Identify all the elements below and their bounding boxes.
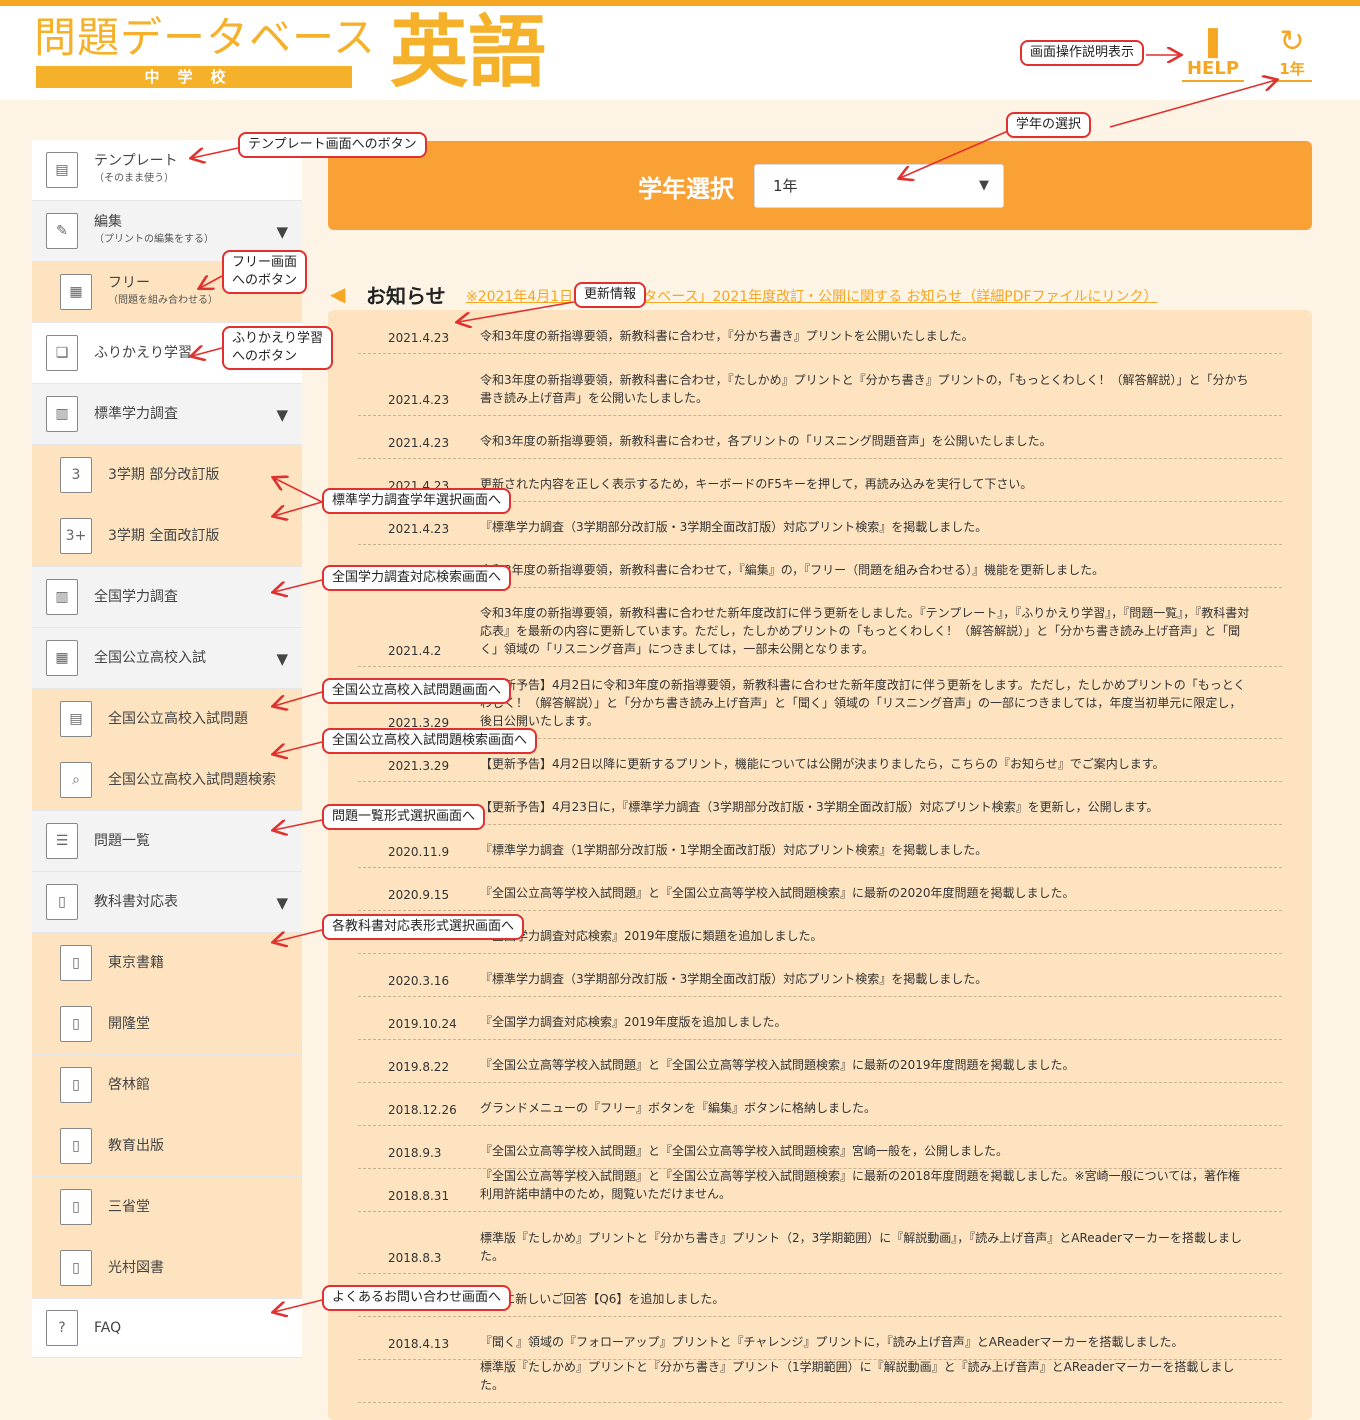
callout-textbook: 各教科書対応表形式選択画面へ <box>322 914 525 940</box>
callout-standard-test: 標準学力調査学年選択画面へ <box>322 488 512 514</box>
callout-exam-questions: 全国公立高校入試問題画面へ <box>322 678 512 704</box>
callout-exam-search: 全国公立高校入試問題検索画面へ <box>322 728 538 754</box>
callout-grade-select: 学年の選択 <box>1006 112 1092 138</box>
callout-template: テンプレート画面へのボタン <box>238 132 427 158</box>
annotation-arrows <box>0 0 1360 1408</box>
callout-faq: よくあるお問い合わせ画面へ <box>322 1285 512 1311</box>
callout-review: ふりかえり学習 へのボタン <box>222 326 334 370</box>
callout-news: 更新情報 <box>574 282 647 308</box>
callout-national-test: 全国学力調査対応検索画面へ <box>322 565 512 591</box>
callout-free: フリー画面 へのボタン <box>222 250 308 294</box>
callout-help: 画面操作説明表示 <box>1020 40 1145 66</box>
callout-question-list: 問題一覧形式選択画面へ <box>322 804 486 830</box>
